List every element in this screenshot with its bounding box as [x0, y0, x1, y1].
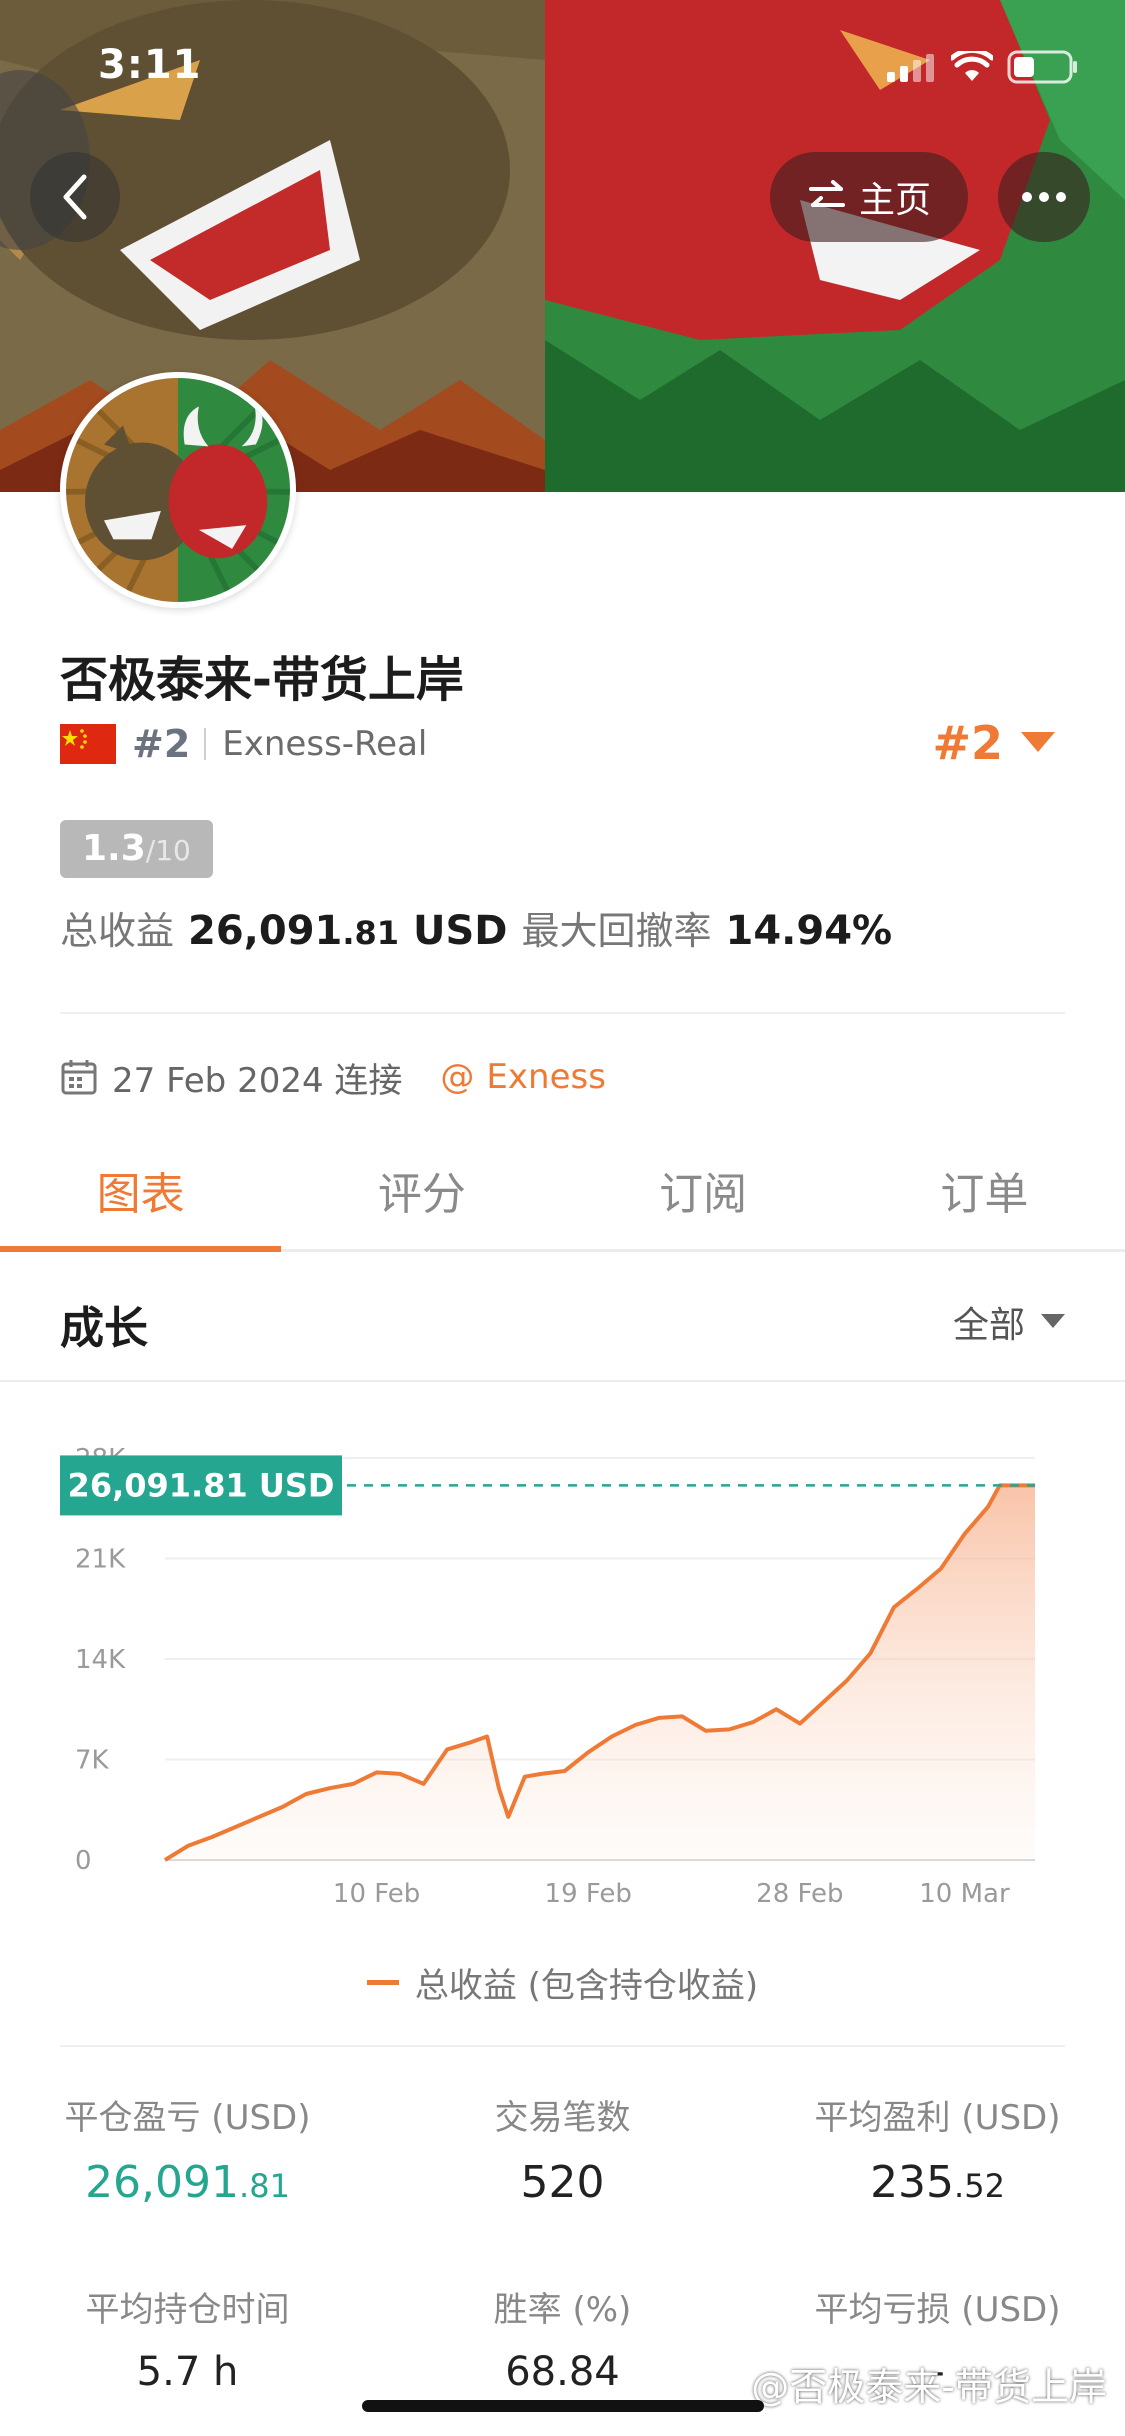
drawdown-label: 最大回撤率: [521, 909, 712, 953]
y-tick-label: 21K: [75, 1545, 126, 1575]
score-value: 1.3: [82, 828, 146, 869]
broker-link-label: Exness: [486, 1057, 606, 1097]
y-tick-label: 7K: [75, 1746, 110, 1776]
stat-label: 平均亏损 (USD): [814, 2290, 1061, 2330]
connection-info: 27 Feb 2024 连接 @ Exness: [60, 1052, 606, 1102]
current-value-label: 26,091.81 USD: [68, 1466, 335, 1504]
more-dots-icon: [1022, 192, 1066, 202]
stat-label: 胜率 (%): [493, 2290, 632, 2330]
score-max: /10: [145, 834, 191, 867]
growth-range-dropdown[interactable]: 全部: [953, 1296, 1065, 1348]
tab-rating[interactable]: 评分: [281, 1130, 562, 1249]
legend-label: 总收益 (包含持仓收益): [414, 1966, 759, 2006]
watermark: @否极泰来-带货上岸: [751, 2365, 1107, 2409]
stat-win-rate: 胜率 (%) 68.84: [375, 2282, 750, 2395]
y-tick-label: 14K: [75, 1645, 126, 1675]
stat-avg-hold-time: 平均持仓时间 5.7 h: [0, 2282, 375, 2395]
china-flag-icon: [60, 724, 116, 764]
divider: [60, 2045, 1065, 2047]
legend-swatch: [366, 1980, 399, 1985]
tab-orders[interactable]: 订单: [844, 1130, 1125, 1249]
stat-label: 平均盈利 (USD): [814, 2098, 1061, 2138]
growth-chart[interactable]: 07K14K21K28K10 Feb19 Feb28 Feb10 Mar 26,…: [0, 1400, 1125, 1920]
chevron-left-icon: [63, 174, 87, 220]
trader-name: 否极泰来-带货上岸: [60, 652, 464, 708]
rank-dropdown[interactable]: #2: [932, 716, 1055, 770]
status-bar: 3:11: [0, 0, 1125, 130]
broker-account: Exness-Real: [222, 724, 428, 764]
at-icon: @: [440, 1057, 475, 1097]
x-tick-label: 10 Feb: [333, 1879, 420, 1909]
growth-header: 成长 全部: [0, 1252, 1125, 1382]
stat-label: 平均持仓时间: [85, 2290, 290, 2330]
growth-area: [165, 1485, 1035, 1860]
profit-summary: 总收益 26,091.81 USD 最大回撤率 14.94%: [60, 900, 892, 955]
x-tick-label: 10 Mar: [919, 1879, 1010, 1909]
home-page-button[interactable]: 主页: [770, 152, 968, 242]
home-indicator[interactable]: [362, 2400, 764, 2412]
x-tick-label: 19 Feb: [545, 1879, 632, 1909]
stat-value: 26,091.81: [85, 2157, 290, 2208]
rank-small: #2: [132, 722, 191, 766]
drawdown-value: 14.94%: [725, 908, 893, 954]
tab-bar: 图表 评分 订阅 订单: [0, 1130, 1125, 1252]
stat-value: 5.7 h: [136, 2349, 239, 2395]
total-profit-value: 26,091.81 USD: [188, 908, 508, 954]
divider: [60, 1012, 1065, 1014]
growth-title: 成长: [60, 1303, 148, 1354]
bear-bull-avatar-image: [66, 378, 290, 602]
y-tick-label: 0: [75, 1846, 92, 1876]
connected-date: 27 Feb 2024 连接: [112, 1060, 403, 1101]
stat-avg-profit: 平均盈利 (USD) 235.52: [750, 2090, 1125, 2208]
status-time: 3:11: [98, 42, 202, 88]
battery-icon: [1007, 50, 1077, 84]
swap-arrows-icon: [808, 180, 845, 207]
stat-label: 交易笔数: [494, 2098, 631, 2138]
stat-closed-pnl: 平仓盈亏 (USD) 26,091.81: [0, 2090, 375, 2208]
tab-chart[interactable]: 图表: [0, 1130, 282, 1252]
x-tick-label: 28 Feb: [756, 1879, 843, 1909]
broker-link[interactable]: @ Exness: [440, 1057, 606, 1097]
stat-value: 235.52: [870, 2157, 1005, 2208]
avatar[interactable]: [60, 372, 296, 608]
caret-down-icon: [1041, 1314, 1065, 1328]
chart-legend: 总收益 (包含持仓收益): [0, 1958, 1125, 2007]
score-badge: 1.3 /10: [60, 820, 213, 878]
stat-label: 平仓盈亏 (USD): [64, 2098, 311, 2138]
growth-chart-svg: 07K14K21K28K10 Feb19 Feb28 Feb10 Mar 26,…: [60, 1444, 1035, 1909]
trader-meta-row: #2 Exness-Real: [60, 720, 427, 768]
back-button[interactable]: [30, 152, 120, 242]
meta-divider: [204, 728, 207, 760]
tab-subscribe[interactable]: 订阅: [563, 1130, 844, 1249]
total-profit-label: 总收益: [60, 909, 175, 953]
calendar-icon: [61, 1060, 97, 1095]
status-icons: [887, 50, 1079, 84]
caret-down-icon: [1021, 732, 1055, 752]
rank-big-label: #2: [932, 716, 1003, 770]
more-options-button[interactable]: [998, 152, 1090, 242]
stat-value: 68.84: [505, 2349, 620, 2395]
stat-value: 520: [520, 2157, 605, 2208]
wifi-icon: [951, 51, 993, 81]
cellular-signal-icon: [887, 54, 934, 82]
home-page-label: 主页: [858, 180, 931, 221]
growth-range-label: 全部: [952, 1305, 1025, 1346]
stat-trade-count: 交易笔数 520: [375, 2090, 750, 2208]
